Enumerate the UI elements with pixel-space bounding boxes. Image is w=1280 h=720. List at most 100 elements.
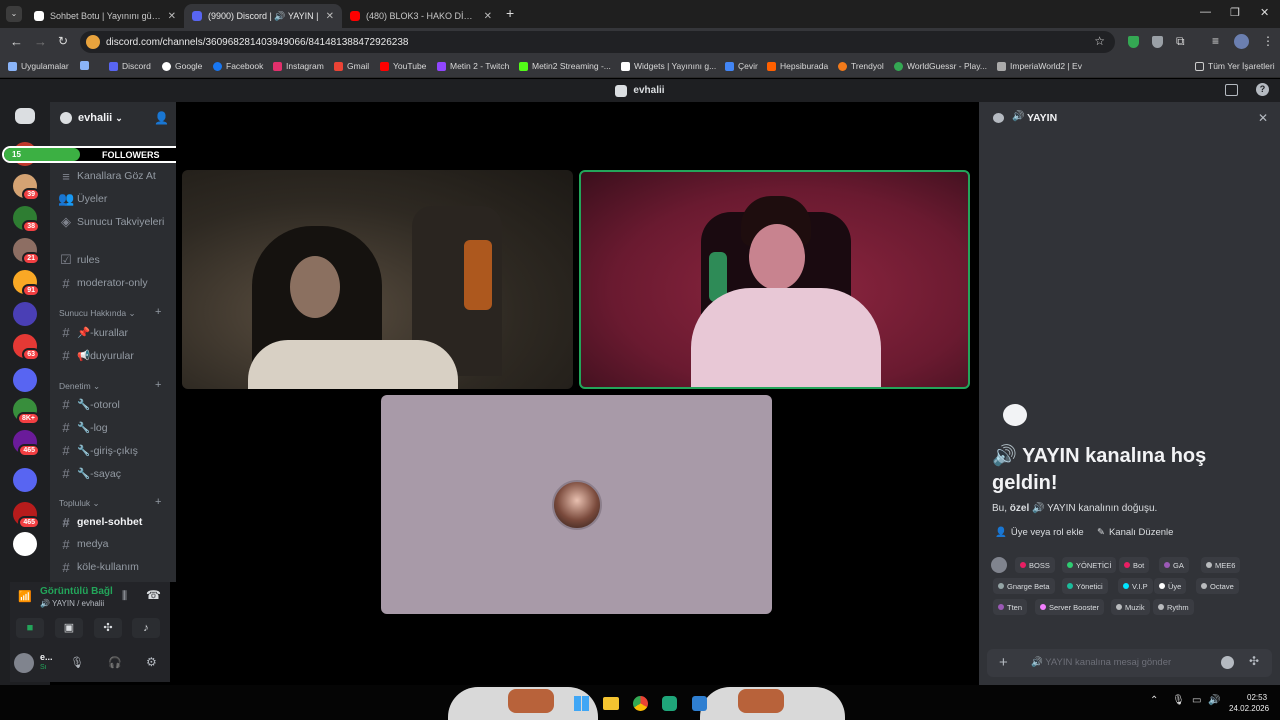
user-avatar[interactable]	[14, 653, 34, 673]
screen-share-button[interactable]: ▣	[55, 618, 83, 638]
clock-date[interactable]: 24.02.2026	[1229, 704, 1269, 713]
minimize-icon[interactable]: —	[1200, 6, 1211, 18]
tray-mic-icon[interactable]: 🎙	[1172, 695, 1185, 706]
channel-item[interactable]: # 🔧-log	[58, 417, 107, 437]
inbox-icon[interactable]	[1225, 84, 1238, 96]
video-tile-speaking[interactable]	[579, 170, 970, 389]
bookmark-item[interactable]: Google	[162, 61, 202, 71]
help-icon[interactable]: ?	[1256, 83, 1269, 96]
role-tag[interactable]: Server Booster	[1035, 599, 1105, 615]
role-tag[interactable]: GA	[1159, 557, 1189, 573]
headphones-icon[interactable]: 🎧	[108, 656, 122, 669]
close-icon[interactable]: ✕	[1258, 111, 1268, 125]
close-tab-icon[interactable]: ✕	[478, 11, 492, 22]
role-tag[interactable]: MEE6	[1201, 557, 1241, 573]
tray-chevron-up-icon[interactable]: ⌃	[1150, 695, 1158, 706]
server-icon[interactable]	[13, 468, 37, 492]
server-icon[interactable]	[13, 368, 37, 392]
close-tab-icon[interactable]: ✕	[162, 11, 176, 22]
role-tag[interactable]: V.I.P	[1118, 578, 1153, 594]
tab-search-button[interactable]: ⌄	[6, 6, 22, 22]
bookmark-item[interactable]: Instagram	[273, 61, 324, 71]
close-tab-icon[interactable]: ✕	[320, 11, 334, 22]
chrome-icon[interactable]	[633, 696, 648, 711]
channel-item[interactable]: 👥 Üyeler	[58, 189, 107, 209]
site-info-icon[interactable]	[86, 35, 100, 49]
clock-time[interactable]: 02:53	[1247, 693, 1267, 702]
bookmark-star-icon[interactable]: ☆	[1094, 34, 1105, 48]
edit-channel-button[interactable]: ✎ Kanalı Düzenle	[1097, 527, 1173, 538]
server-icon[interactable]: 38	[13, 206, 40, 233]
role-tag[interactable]: Üye	[1154, 578, 1187, 594]
tray-network-icon[interactable]: ▭	[1192, 695, 1201, 706]
role-tag[interactable]: Muzik	[1111, 599, 1150, 615]
disconnect-icon[interactable]: ☎	[146, 588, 161, 602]
role-tag[interactable]: Yönetici	[1062, 578, 1108, 594]
taskbar-app-icon[interactable]	[662, 696, 677, 711]
tray-volume-icon[interactable]: 🔊	[1208, 695, 1220, 706]
channel-item[interactable]: # medya	[58, 534, 108, 554]
apps-icon[interactable]: ✣	[1249, 654, 1259, 668]
new-tab-button[interactable]: +	[506, 5, 514, 21]
bookmark-item[interactable]: Metin2 Streaming -...	[519, 61, 611, 71]
browser-tab[interactable]: Sohbet Botu | Yayınını güçlendir ✕	[26, 4, 184, 28]
file-explorer-icon[interactable]	[603, 697, 619, 710]
channel-category[interactable]: Sunucu Hakkında ⌄ +	[59, 306, 161, 319]
create-channel-plus-icon[interactable]: +	[155, 496, 161, 508]
maximize-icon[interactable]: ❐	[1230, 6, 1240, 19]
channel-item[interactable]: # 🔧-giriş-çıkış	[58, 440, 138, 460]
settings-gear-icon[interactable]: ⚙	[146, 655, 157, 669]
channel-item[interactable]: ◈ Sunucu Takviyeleri	[58, 212, 164, 232]
forward-icon[interactable]: →	[34, 34, 47, 49]
channel-item[interactable]: # köle-kullanım	[58, 557, 138, 577]
browser-tab[interactable]: (480) BLOK3 - HAKO DİYOR ✕	[342, 4, 500, 28]
profile-avatar[interactable]	[1234, 34, 1249, 49]
bookmark-item[interactable]: ImperiaWorld2 | Ev	[997, 61, 1082, 71]
discord-home-icon[interactable]	[15, 108, 35, 124]
channel-item[interactable]: # 📢duyurular	[58, 345, 133, 365]
close-window-icon[interactable]: ✕	[1260, 6, 1269, 19]
channel-item[interactable]: ☑ rules	[58, 250, 100, 270]
role-tag[interactable]: Bot	[1119, 557, 1150, 573]
bookmark-item[interactable]: Widgets | Yayınını g...	[621, 61, 716, 71]
microphone-icon[interactable]: 🎙	[70, 656, 84, 669]
emoji-icon[interactable]	[1221, 656, 1234, 669]
role-tag[interactable]: Tten	[993, 599, 1028, 615]
role-tag[interactable]: Rythm	[1153, 599, 1194, 615]
camera-button[interactable]: ■	[16, 618, 44, 638]
server-icon[interactable]	[13, 302, 37, 326]
role-tag[interactable]: YÖNETİCİ	[1062, 557, 1117, 573]
channel-item[interactable]: # genel-sohbet	[58, 512, 142, 532]
channel-item[interactable]: # moderator-only	[58, 273, 147, 293]
bookmark-item[interactable]: Hepsiburada	[767, 61, 828, 71]
channel-category[interactable]: Topluluk ⌄ +	[59, 496, 161, 509]
server-icon[interactable]: 63	[13, 334, 40, 361]
channel-category[interactable]: Denetim ⌄ +	[59, 379, 161, 392]
back-icon[interactable]: ←	[10, 34, 23, 49]
role-tag[interactable]: Gnarge Beta	[993, 578, 1055, 594]
server-header[interactable]: evhalii ⌄	[60, 112, 123, 124]
bookmark-item[interactable]: Uygulamalar	[8, 61, 69, 71]
menu-kebab-icon[interactable]: ⋮	[1262, 34, 1274, 48]
server-icon[interactable]: 465	[13, 502, 40, 529]
message-composer[interactable]: + 🔊 YAYIN kanalına mesaj gönder ✣	[987, 649, 1272, 677]
server-icon[interactable]: 91	[13, 270, 40, 297]
server-icon[interactable]	[13, 532, 37, 556]
video-tile-avatar[interactable]	[381, 395, 772, 614]
channel-item[interactable]: # 📌-kurallar	[58, 322, 128, 342]
media-control-icon[interactable]: ≡	[1212, 34, 1219, 48]
bookmark-item[interactable]: Facebook	[213, 61, 263, 71]
noise-suppression-icon[interactable]: ⫼	[122, 590, 127, 603]
bookmark-item[interactable]: YouTube	[380, 61, 426, 71]
bookmark-item[interactable]	[80, 61, 93, 70]
server-icon[interactable]: 8K+	[13, 398, 40, 425]
server-icon[interactable]: 39	[13, 174, 40, 201]
add-member-button[interactable]: 👤 Üye veya rol ekle	[995, 527, 1084, 538]
bookmark-item[interactable]: Gmail	[334, 61, 369, 71]
server-icon[interactable]: 465	[13, 430, 40, 457]
attach-plus-icon[interactable]: +	[999, 654, 1008, 671]
extension-shield-icon[interactable]	[1128, 36, 1139, 48]
channel-item[interactable]: ≡ Kanallara Göz At	[58, 166, 156, 186]
browser-tab-active[interactable]: (9900) Discord | 🔊 YAYIN | ✕	[184, 4, 342, 28]
video-tile-participant[interactable]	[182, 170, 573, 389]
